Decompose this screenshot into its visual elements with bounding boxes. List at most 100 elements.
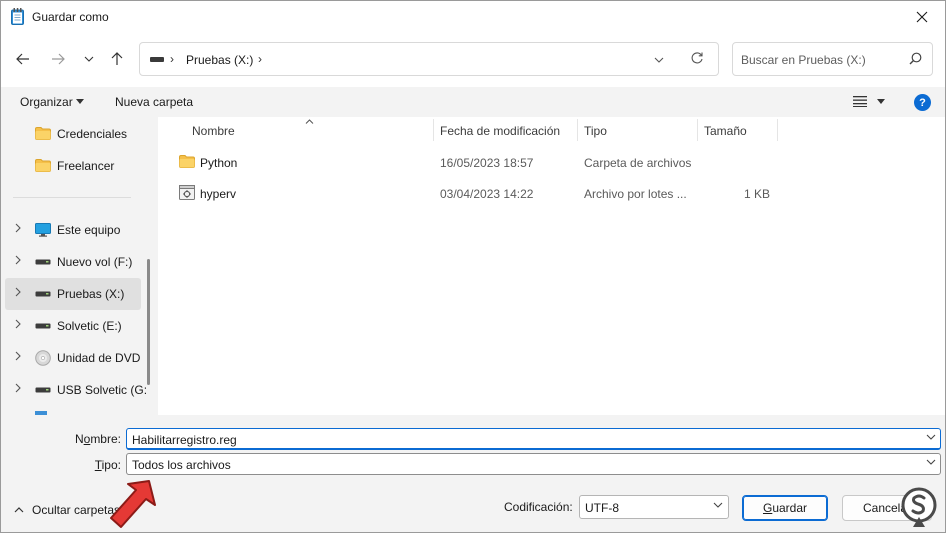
command-bar: Organizar Nueva carpeta ? [1, 87, 945, 117]
sidebar-item-nuevo-vol[interactable]: Nuevo vol (F:) [5, 246, 141, 278]
encoding-label: Codificación: [504, 500, 573, 514]
file-name: hyperv [200, 187, 237, 201]
search-placeholder: Buscar en Pruebas (X:) [741, 53, 866, 67]
sidebar-item-usb-solvetic[interactable]: USB Solvetic (G: [5, 374, 147, 406]
sidebar-item-label: Este equipo [57, 223, 121, 237]
sidebar-item-pruebas[interactable]: Pruebas (X:) [5, 278, 141, 310]
arrow-up-icon [111, 52, 123, 65]
sidebar-item-label: Unidad de DVD [57, 351, 141, 365]
filename-value[interactable]: Habilitarregistro.reg [132, 433, 237, 447]
sidebar-item-freelancer[interactable]: Freelancer [5, 150, 141, 182]
drive-icon [35, 291, 51, 297]
column-separator[interactable] [777, 119, 778, 141]
column-header-name[interactable]: Nombre [192, 117, 235, 143]
chevron-down-icon[interactable] [926, 434, 936, 440]
chevron-down-icon [84, 56, 94, 62]
sidebar-item-label: Pruebas (X:) [57, 287, 125, 301]
title-bar: Guardar como [1, 1, 945, 33]
organize-menu[interactable]: Organizar [20, 95, 73, 109]
view-options-icon[interactable] [853, 95, 867, 107]
batch-file-icon [179, 185, 195, 200]
sidebar-item-credenciales[interactable]: Credenciales [5, 118, 141, 150]
arrow-right-icon [52, 53, 65, 65]
arrow-left-icon [16, 53, 29, 65]
close-button[interactable] [899, 1, 945, 33]
column-header-label: Fecha de modificación [440, 124, 561, 138]
chevron-right-icon[interactable] [15, 255, 21, 265]
sidebar-item-solvetic[interactable]: Solvetic (E:) [5, 310, 141, 342]
sidebar-item-label: Nuevo vol (F:) [57, 255, 133, 269]
sidebar-item-label: Credenciales [57, 127, 128, 141]
file-type: Carpeta de archivos [584, 156, 692, 170]
filename-label: Nombre: [74, 432, 121, 446]
caret-down-icon[interactable] [76, 99, 84, 104]
chevron-right-icon[interactable] [15, 383, 21, 393]
chevron-down-icon[interactable] [926, 459, 936, 465]
chevron-right-icon[interactable] [15, 223, 21, 233]
save-button[interactable]: Guardar [742, 495, 828, 521]
notepad-icon [11, 8, 24, 25]
drive-icon [35, 387, 51, 393]
chevron-down-icon[interactable] [654, 57, 664, 63]
drive-icon [35, 323, 51, 329]
sidebar-item-label: Solvetic (E:) [57, 319, 122, 333]
chevron-right-icon: › [170, 52, 174, 66]
chevron-right-icon[interactable] [15, 351, 21, 361]
navigation-pane: Credenciales Freelancer Este equipo Nuev… [1, 117, 151, 415]
forward-button[interactable] [46, 47, 70, 71]
column-header-type[interactable]: Tipo [584, 117, 607, 143]
filetype-label: Tipo: [94, 458, 121, 472]
column-separator[interactable] [433, 119, 434, 141]
search-box[interactable]: Buscar en Pruebas (X:) [732, 42, 933, 76]
up-button[interactable] [105, 47, 129, 71]
filetype-value[interactable]: Todos los archivos [132, 458, 231, 472]
chevron-right-icon[interactable]: › [258, 52, 262, 66]
navigation-bar: › Pruebas (X:) › Buscar en Pruebas (X:) [1, 33, 945, 87]
sidebar-scrollbar[interactable] [147, 259, 150, 385]
sidebar-item-label: USB Solvetic (G: [57, 383, 148, 397]
file-modified: 16/05/2023 18:57 [440, 156, 534, 170]
help-icon[interactable]: ? [914, 94, 931, 111]
network-icon [35, 411, 47, 415]
folder-icon [35, 159, 51, 172]
dialog-title: Guardar como [32, 10, 109, 24]
sidebar-item-label: Freelancer [57, 159, 115, 173]
monitor-icon [35, 223, 51, 237]
sort-ascending-icon [305, 119, 314, 124]
column-header-label: Tamaño [704, 124, 747, 138]
chevron-right-icon[interactable] [15, 287, 21, 297]
filetype-select[interactable]: Todos los archivos [126, 453, 941, 475]
column-header-size[interactable]: Tamaño [704, 117, 747, 143]
column-separator[interactable] [577, 119, 578, 141]
address-bar[interactable]: › Pruebas (X:) › [139, 42, 719, 76]
address-path[interactable]: Pruebas (X:) [186, 53, 253, 67]
column-header-label: Tipo [584, 124, 607, 138]
table-row[interactable]: hyperv 03/04/2023 14:22 Archivo por lote… [158, 178, 945, 208]
encoding-select[interactable]: UTF-8 [579, 495, 729, 519]
encoding-value: UTF-8 [585, 501, 619, 515]
save-as-dialog: Guardar como › Pruebas (X:) › Buscar en … [0, 0, 946, 533]
drive-icon [35, 259, 51, 265]
new-folder-button[interactable]: Nueva carpeta [115, 95, 193, 109]
caret-down-icon[interactable] [877, 99, 885, 104]
column-header-modified[interactable]: Fecha de modificación [440, 117, 560, 143]
file-modified: 03/04/2023 14:22 [440, 187, 534, 201]
folder-icon [35, 127, 51, 140]
folder-icon [179, 155, 195, 168]
annotation-arrow-icon [110, 480, 156, 528]
filename-input[interactable]: Habilitarregistro.reg [126, 428, 941, 450]
refresh-icon[interactable] [690, 51, 704, 65]
column-header-label: Nombre [192, 124, 235, 138]
column-separator[interactable] [697, 119, 698, 141]
drive-icon [150, 57, 164, 62]
sidebar-divider [13, 197, 131, 198]
sidebar-item-dvd[interactable]: Unidad de DVD [5, 342, 141, 374]
file-size: 1 KB [743, 187, 770, 201]
table-row[interactable]: Python 16/05/2023 18:57 Carpeta de archi… [158, 147, 945, 177]
back-button[interactable] [11, 47, 35, 71]
chevron-right-icon[interactable] [15, 319, 21, 329]
sidebar-item-este-equipo[interactable]: Este equipo [5, 214, 141, 246]
chevron-down-icon [713, 502, 723, 508]
recent-locations-button[interactable] [77, 47, 101, 71]
file-list: Nombre Fecha de modificación Tipo Tamaño… [158, 117, 945, 415]
